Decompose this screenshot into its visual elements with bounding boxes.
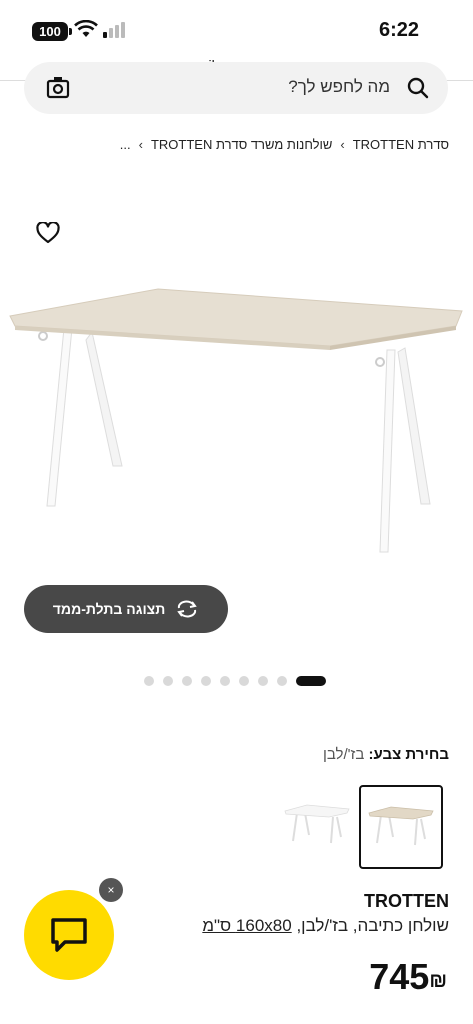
camera-search-icon[interactable] <box>46 76 70 100</box>
heart-icon[interactable] <box>36 222 60 244</box>
view-3d-label: תצוגה בתלת-ממד <box>52 601 166 617</box>
chat-bubble-icon <box>51 918 87 952</box>
color-swatch-beige-white[interactable] <box>359 785 443 869</box>
status-bar: 100 6:22 <box>0 0 473 50</box>
product-price: 745 ₪ <box>369 956 449 998</box>
search-bar[interactable]: מה לחפש לך? <box>24 62 448 114</box>
wifi-icon <box>74 20 98 37</box>
desk-thumbnail-icon <box>368 806 434 846</box>
product-image[interactable] <box>0 280 473 580</box>
color-choice-label: בחירת צבע: בז'/לבן <box>323 746 449 763</box>
product-description: שולחן כתיבה, בז'/לבן, 160x80 ס"מ <box>202 916 449 936</box>
gallery-dot[interactable] <box>163 676 173 686</box>
breadcrumb-item-more[interactable]: ... <box>120 137 131 152</box>
breadcrumb-item-desks[interactable]: שולחנות משרד סדרת TROTTEN <box>151 137 332 152</box>
price-currency: ₪ <box>429 970 447 992</box>
gallery-dot[interactable] <box>220 676 230 686</box>
search-icon[interactable] <box>406 76 430 100</box>
chevron-left-icon: › <box>340 136 345 152</box>
gallery-pagination <box>144 676 326 686</box>
chat-button[interactable] <box>24 890 114 980</box>
breadcrumb-item-series[interactable]: סדרת TROTTEN <box>353 137 449 152</box>
gallery-dot[interactable] <box>201 676 211 686</box>
product-size-link[interactable]: 160x80 ס"מ <box>202 916 291 935</box>
search-input[interactable]: מה לחפש לך? <box>288 77 390 97</box>
price-value: 745 <box>369 956 430 997</box>
gallery-dot[interactable] <box>144 676 154 686</box>
battery-indicator: 100 <box>32 22 72 41</box>
product-name: TROTTEN <box>364 891 449 911</box>
color-swatch-white[interactable] <box>277 785 361 869</box>
breadcrumb: סדרת TROTTEN › שולחנות משרד סדרת TROTTEN… <box>120 134 449 154</box>
desk-thumbnail-icon <box>284 804 350 844</box>
gallery-dot[interactable] <box>258 676 268 686</box>
gallery-dot[interactable] <box>277 676 287 686</box>
rotate-icon <box>177 600 198 618</box>
view-3d-button[interactable]: תצוגה בתלת-ממד <box>24 585 228 633</box>
chat-close-button[interactable]: × <box>99 878 123 902</box>
status-time: 6:22 <box>378 19 419 41</box>
signal-icon <box>103 22 125 38</box>
gallery-dot[interactable] <box>239 676 249 686</box>
product-description-text: שולחן כתיבה, בז'/לבן, <box>296 916 449 935</box>
color-choice-value: בז'/לבן <box>322 746 365 763</box>
color-choice-title: בחירת צבע: <box>368 746 449 763</box>
gallery-dot-active[interactable] <box>296 676 326 686</box>
gallery-dot[interactable] <box>182 676 192 686</box>
chevron-left-icon: › <box>138 136 143 152</box>
